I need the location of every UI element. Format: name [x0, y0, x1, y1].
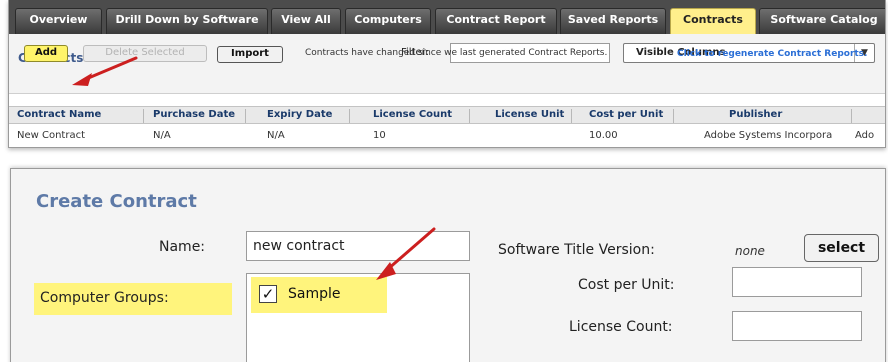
contracts-toolbar: Contracts Filter: Visible Columns ▼: [9, 34, 885, 94]
contracts-changed-notice: Contracts have changed since we last gen…: [305, 48, 608, 58]
column-header-purchase-date[interactable]: Purchase Date: [153, 109, 235, 120]
column-header-license-unit[interactable]: License Unit: [495, 109, 564, 120]
license-count-label: License Count:: [569, 319, 673, 335]
table-row[interactable]: New Contract N/A N/A 10 10.00 Adobe Syst…: [9, 126, 885, 144]
page-title: Create Contract: [36, 191, 197, 212]
name-label: Name:: [159, 239, 206, 255]
column-header-license-count[interactable]: License Count: [373, 109, 452, 120]
column-header-expiry-date[interactable]: Expiry Date: [267, 109, 332, 120]
table-cell: Ado: [855, 130, 875, 141]
cost-per-unit-label: Cost per Unit:: [578, 277, 675, 293]
column-header-cost-per-unit[interactable]: Cost per Unit: [589, 109, 663, 120]
column-divider: [469, 109, 470, 123]
tab-contracts[interactable]: Contracts: [670, 8, 756, 34]
select-button[interactable]: select: [804, 234, 879, 262]
contracts-panel: Overview Drill Down by Software View All…: [8, 0, 886, 148]
table-header: Contract Name Purchase Date Expiry Date …: [9, 106, 885, 124]
computer-groups-label: Computer Groups:: [40, 290, 169, 306]
sample-group-label[interactable]: Sample: [288, 286, 341, 302]
tab-saved-reports[interactable]: Saved Reports: [560, 8, 666, 34]
column-divider: [571, 109, 572, 123]
software-title-version-label: Software Title Version:: [498, 242, 655, 258]
column-header-contract-name[interactable]: Contract Name: [17, 109, 101, 120]
cost-per-unit-input[interactable]: [732, 267, 862, 297]
table-cell: 10.00: [589, 130, 618, 141]
tab-overview[interactable]: Overview: [15, 8, 102, 34]
column-divider: [349, 109, 350, 123]
name-input[interactable]: new contract: [246, 231, 470, 261]
table-cell: N/A: [153, 130, 171, 141]
tab-computers[interactable]: Computers: [345, 8, 431, 34]
column-header-publisher[interactable]: Publisher: [729, 109, 782, 120]
license-count-input[interactable]: [732, 311, 862, 341]
create-contract-panel: Create Contract Name: new contract Compu…: [10, 168, 886, 362]
add-button[interactable]: Add: [24, 45, 68, 62]
tab-contract-report[interactable]: Contract Report: [435, 8, 557, 34]
column-divider: [851, 109, 852, 123]
tab-view-all[interactable]: View All: [271, 8, 341, 34]
column-divider: [143, 109, 144, 123]
delete-selected-button[interactable]: Delete Selected: [83, 45, 207, 62]
import-button[interactable]: Import: [217, 46, 283, 63]
tab-drill-down[interactable]: Drill Down by Software: [106, 8, 268, 34]
table-cell: 10: [373, 130, 386, 141]
sample-group-checkbox[interactable]: ✓: [259, 285, 277, 303]
tab-software-catalog[interactable]: Software Catalog: [759, 8, 885, 34]
table-cell: New Contract: [17, 130, 86, 141]
table-cell: N/A: [267, 130, 285, 141]
column-divider: [245, 109, 246, 123]
tab-bar: Overview Drill Down by Software View All…: [9, 0, 885, 34]
column-divider: [673, 109, 674, 123]
table-cell: Adobe Systems Incorpora: [704, 130, 833, 141]
software-title-version-value: none: [735, 244, 765, 258]
regenerate-reports-link[interactable]: Click to regenerate Contract Reports.: [677, 49, 867, 59]
